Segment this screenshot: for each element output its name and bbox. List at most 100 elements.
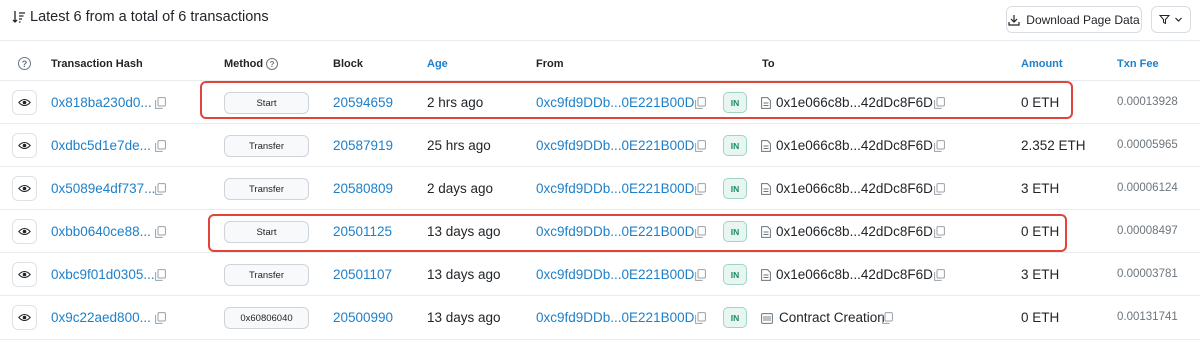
copy-icon[interactable] (934, 139, 945, 157)
block-link[interactable]: 20501125 (333, 224, 392, 239)
from-address-link[interactable]: 0xc9fd9DDb...0E221B00D (536, 95, 694, 110)
age-text: 25 hrs ago (427, 138, 491, 153)
from-address-link[interactable]: 0xc9fd9DDb...0E221B00D (536, 224, 694, 239)
to-address[interactable]: 0x1e066c8b...42dDc8F6D (776, 181, 933, 196)
block-link[interactable]: 20594659 (333, 95, 393, 110)
header-txn-fee[interactable]: Txn Fee (1117, 58, 1159, 70)
direction-badge: IN (723, 264, 747, 285)
contract-creation-text: Contract Creation (779, 310, 885, 325)
table-row: 0x5089e4df737... Transfer 20580809 2 day… (0, 166, 1200, 209)
txn-fee-text: 0.00003781 (1117, 268, 1178, 280)
copy-icon[interactable] (934, 268, 945, 286)
copy-icon[interactable] (155, 268, 166, 286)
from-address-link[interactable]: 0xc9fd9DDb...0E221B00D (536, 267, 694, 282)
block-link[interactable]: 20580809 (333, 181, 393, 196)
contract-file-icon (761, 182, 771, 200)
transaction-hash-link[interactable]: 0x818ba230d0... (51, 95, 152, 110)
copy-icon[interactable] (155, 225, 166, 243)
table-row: 0x9c22aed800... 0x60806040 20500990 13 d… (0, 295, 1200, 338)
copy-icon[interactable] (695, 139, 706, 157)
to-address[interactable]: 0x1e066c8b...42dDc8F6D (776, 95, 933, 110)
download-icon (1008, 14, 1020, 26)
download-page-data-button[interactable]: Download Page Data (1006, 6, 1142, 33)
txn-fee-text: 0.00008497 (1117, 225, 1178, 237)
copy-icon[interactable] (155, 182, 166, 200)
copy-icon[interactable] (155, 311, 166, 329)
eye-icon[interactable] (12, 90, 37, 115)
txn-fee-text: 0.00131741 (1117, 311, 1178, 323)
header-amount[interactable]: Amount (1021, 58, 1063, 70)
copy-icon[interactable] (695, 182, 706, 200)
transaction-hash-link[interactable]: 0xbc9f01d0305... (51, 267, 155, 282)
method-info-icon[interactable]: ? (266, 58, 279, 70)
copy-icon[interactable] (695, 225, 706, 243)
eye-icon[interactable] (12, 305, 37, 330)
eye-icon[interactable] (12, 219, 37, 244)
chevron-down-icon (1175, 17, 1182, 22)
from-address-link[interactable]: 0xc9fd9DDb...0E221B00D (536, 181, 694, 196)
transaction-hash-link[interactable]: 0x9c22aed800... (51, 310, 151, 325)
table-row: 0xbb0640ce88... Start 20501125 13 days a… (0, 209, 1200, 252)
table-toolbar: Latest 6 from a total of 6 transactions … (0, 0, 1200, 40)
sort-descending-icon (12, 11, 25, 23)
header-method: Method ? (224, 58, 279, 70)
copy-icon[interactable] (882, 311, 893, 329)
from-address-link[interactable]: 0xc9fd9DDb...0E221B00D (536, 138, 694, 153)
header-block: Block (333, 58, 363, 70)
direction-badge: IN (723, 92, 747, 113)
direction-badge: IN (723, 221, 747, 242)
to-address[interactable]: 0x1e066c8b...42dDc8F6D (776, 138, 933, 153)
summary: Latest 6 from a total of 6 transactions (12, 9, 269, 25)
direction-badge: IN (723, 135, 747, 156)
block-link[interactable]: 20501107 (333, 267, 392, 282)
transaction-hash-link[interactable]: 0x5089e4df737... (51, 181, 155, 196)
age-text: 13 days ago (427, 224, 501, 239)
table-bottom-border (0, 339, 1200, 340)
method-badge: Transfer (224, 135, 309, 157)
direction-badge: IN (723, 178, 747, 199)
to-address[interactable]: 0x1e066c8b...42dDc8F6D (776, 224, 933, 239)
txn-fee-text: 0.00013928 (1117, 96, 1178, 108)
contract-file-icon (761, 139, 771, 157)
method-badge: Transfer (224, 178, 309, 200)
txn-fee-text: 0.00006124 (1117, 182, 1178, 194)
eye-icon[interactable] (12, 262, 37, 287)
txn-fee-text: 0.00005965 (1117, 139, 1178, 151)
contract-file-icon (761, 225, 771, 243)
amount-text: 0 ETH (1021, 224, 1060, 239)
from-address-link[interactable]: 0xc9fd9DDb...0E221B00D (536, 310, 694, 325)
contract-file-icon (761, 96, 771, 114)
header-transaction-hash: Transaction Hash (51, 58, 143, 70)
filter-button[interactable] (1151, 6, 1191, 33)
transaction-hash-link[interactable]: 0xdbc5d1e7de... (51, 138, 151, 153)
header-age[interactable]: Age (427, 58, 448, 70)
method-badge: Transfer (224, 264, 309, 286)
age-text: 13 days ago (427, 267, 501, 282)
table-row: 0xdbc5d1e7de... Transfer 20587919 25 hrs… (0, 123, 1200, 166)
copy-icon[interactable] (934, 96, 945, 114)
copy-icon[interactable] (934, 225, 945, 243)
copy-icon[interactable] (695, 96, 706, 114)
amount-text: 3 ETH (1021, 267, 1060, 282)
help-icon[interactable]: ? (18, 57, 31, 70)
copy-icon[interactable] (695, 268, 706, 286)
header-to: To (762, 58, 775, 70)
transaction-hash-link[interactable]: 0xbb0640ce88... (51, 224, 151, 239)
eye-icon[interactable] (12, 133, 37, 158)
copy-icon[interactable] (695, 311, 706, 329)
table-row: 0x818ba230d0... Start 20594659 2 hrs ago… (0, 80, 1200, 123)
copy-icon[interactable] (155, 96, 166, 114)
eye-icon[interactable] (12, 176, 37, 201)
to-address[interactable]: 0x1e066c8b...42dDc8F6D (776, 267, 933, 282)
contract-file-icon (761, 268, 771, 286)
copy-icon[interactable] (934, 182, 945, 200)
download-label: Download Page Data (1026, 12, 1140, 27)
direction-badge: IN (723, 307, 747, 328)
summary-text: Latest 6 from a total of 6 transactions (30, 9, 269, 25)
block-link[interactable]: 20500990 (333, 310, 393, 325)
method-badge: Start (224, 221, 309, 243)
age-text: 13 days ago (427, 310, 501, 325)
copy-icon[interactable] (155, 139, 166, 157)
block-link[interactable]: 20587919 (333, 138, 393, 153)
amount-text: 0 ETH (1021, 310, 1060, 325)
